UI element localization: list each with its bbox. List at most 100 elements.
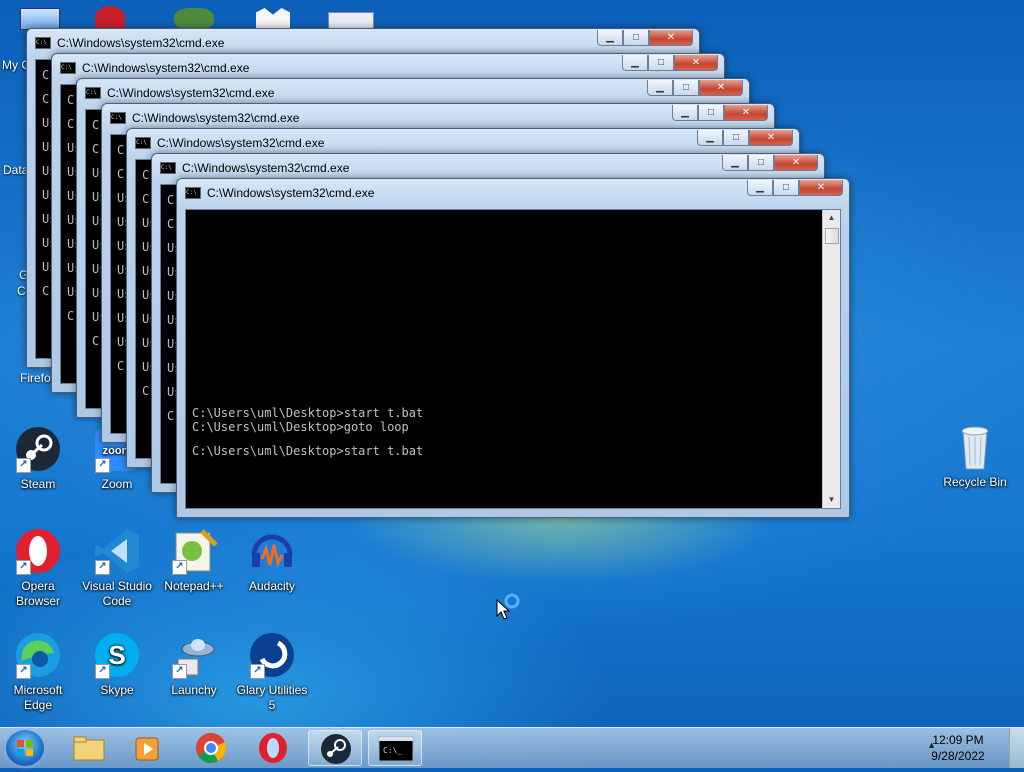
window-controls: ▁ □ ✕	[647, 80, 743, 98]
svg-text:S: S	[108, 640, 125, 670]
maximize-button[interactable]: □	[673, 80, 699, 96]
close-button[interactable]: ✕	[799, 180, 843, 196]
console-area[interactable]: ▲ ▼ C:\Users\uml\Desktop>start t.bat C:\Use…	[185, 209, 841, 509]
desktop-icon-launchy[interactable]: ↗ Launchy	[156, 631, 232, 698]
shortcut-arrow-icon: ↗	[95, 560, 110, 575]
taskbar-windows-explorer[interactable]	[62, 730, 116, 766]
icon-label: Opera Browser	[15, 579, 60, 608]
window-title: C:\Windows\system32\cmd.exe	[57, 35, 225, 50]
icon-label: Microsoft Edge	[13, 683, 63, 712]
skype-icon: S ↗	[93, 631, 141, 679]
minimize-button[interactable]: ▁	[622, 55, 648, 71]
launchy-icon: ↗	[170, 631, 218, 679]
shortcut-arrow-icon: ↗	[250, 664, 265, 679]
window-titlebar[interactable]: C:\ C:\Windows\system32\cmd.exe	[60, 60, 624, 80]
desktop-icon-recycle-bin[interactable]: Recycle Bin	[937, 423, 1013, 490]
window-controls: ▁ □ ✕	[697, 130, 793, 148]
minimize-button[interactable]: ▁	[747, 180, 773, 196]
console-line: C:\Users\uml\Desktop>goto loop	[192, 420, 409, 434]
window-controls: ▁ □ ✕	[622, 55, 718, 73]
close-button[interactable]: ✕	[749, 130, 793, 146]
minimize-button[interactable]: ▁	[597, 30, 623, 46]
taskbar-opera[interactable]	[246, 730, 300, 766]
window-title: C:\Windows\system32\cmd.exe	[157, 135, 325, 150]
shortcut-arrow-icon: ↗	[16, 458, 31, 473]
maximize-button[interactable]: □	[773, 180, 799, 196]
desktop-icon-audacity[interactable]: Audacity	[234, 527, 310, 594]
maximize-button[interactable]: □	[698, 105, 724, 121]
cmd-window[interactable]: C:\ C:\Windows\system32\cmd.exe ▁ □ ✕ ▲ ▼ C:\Us…	[176, 178, 850, 518]
window-title: C:\Windows\system32\cmd.exe	[182, 160, 350, 175]
clock[interactable]: 12:09 PM 9/28/2022	[918, 732, 998, 764]
clock-time: 12:09 PM	[932, 733, 984, 747]
opera-icon	[259, 733, 287, 763]
desktop-label-c-partial[interactable]: C	[17, 284, 26, 298]
app-icon-green[interactable]	[174, 8, 214, 30]
app-icon-cat[interactable]	[256, 8, 290, 30]
opera-icon: ↗	[14, 527, 62, 575]
taskbar: C:\_ ▲ 12:09 PM 9/28/2022	[0, 727, 1024, 768]
desktop-icon-steam[interactable]: ↗ Steam	[0, 425, 76, 492]
desktop-icon-edge[interactable]: ↗ Microsoft Edge	[0, 631, 76, 713]
svg-text:C:\_: C:\_	[383, 746, 402, 755]
app-icon-red[interactable]	[95, 6, 125, 30]
scroll-thumb[interactable]	[825, 228, 839, 244]
show-desktop-button[interactable]	[1009, 728, 1024, 768]
desktop-icon-glary[interactable]: ↗ Glary Utilities 5	[234, 631, 310, 713]
window-titlebar[interactable]: C:\ C:\Windows\system32\cmd.exe	[135, 135, 699, 155]
steam-icon	[321, 734, 351, 764]
maximize-button[interactable]: □	[648, 55, 674, 71]
close-button[interactable]: ✕	[774, 155, 818, 171]
window-titlebar[interactable]: C:\ C:\Windows\system32\cmd.exe	[160, 160, 724, 180]
recycle-bin-icon	[951, 423, 999, 471]
minimize-button[interactable]: ▁	[672, 105, 698, 121]
start-button[interactable]	[6, 730, 44, 766]
steam-icon: ↗	[14, 425, 62, 473]
desktop-icon-skype[interactable]: S ↗ Skype	[79, 631, 155, 698]
desktop-icon-vscode[interactable]: ↗ Visual Studio Code	[79, 527, 155, 609]
window-titlebar[interactable]: C:\ C:\Windows\system32\cmd.exe	[85, 85, 649, 105]
window-controls: ▁ □ ✕	[672, 105, 768, 123]
shortcut-arrow-icon: ↗	[172, 664, 187, 679]
desktop-label-firefox-partial[interactable]: Firefo	[20, 371, 51, 385]
close-button[interactable]: ✕	[649, 30, 693, 46]
window-title: C:\Windows\system32\cmd.exe	[82, 60, 250, 75]
cmd-icon: C:\	[110, 111, 126, 124]
icon-label: Glary Utilities 5	[236, 683, 308, 712]
cmd-icon: C:\	[185, 186, 201, 199]
console-line: C:\Users\uml\Desktop>start t.bat	[192, 406, 424, 420]
taskbar-media-player[interactable]	[122, 730, 176, 766]
minimize-button[interactable]: ▁	[722, 155, 748, 171]
minimize-button[interactable]: ▁	[697, 130, 723, 146]
taskbar-steam[interactable]	[308, 730, 362, 766]
window-controls: ▁ □ ✕	[722, 155, 818, 173]
cmd-icon: C:\	[35, 36, 51, 49]
window-titlebar[interactable]: C:\ C:\Windows\system32\cmd.exe	[185, 185, 749, 205]
maximize-button[interactable]: □	[623, 30, 649, 46]
window-controls: ▁ □ ✕	[597, 30, 693, 48]
vertical-scrollbar[interactable]: ▲▼	[822, 210, 840, 508]
desktop-label-data-partial[interactable]: Data	[3, 163, 28, 177]
close-button[interactable]: ✕	[724, 105, 768, 121]
maximize-button[interactable]: □	[723, 130, 749, 146]
folder-icon	[73, 736, 105, 761]
taskbar-chrome[interactable]	[184, 730, 238, 766]
minimize-button[interactable]: ▁	[647, 80, 673, 96]
window-titlebar[interactable]: C:\ C:\Windows\system32\cmd.exe	[35, 35, 599, 55]
computer-icon[interactable]	[20, 8, 60, 30]
maximize-button[interactable]: □	[748, 155, 774, 171]
notepadpp-icon: ↗	[170, 527, 218, 575]
taskbar-command-prompt[interactable]: C:\_	[368, 730, 422, 766]
window-titlebar[interactable]: C:\ C:\Windows\system32\cmd.exe	[110, 110, 674, 130]
shortcut-arrow-icon: ↗	[16, 664, 31, 679]
icon-label: Visual Studio Code	[82, 579, 152, 608]
busy-cursor-icon	[496, 593, 520, 620]
scroll-down-arrow-icon[interactable]: ▼	[823, 492, 840, 508]
icon-label: Zoom	[101, 477, 133, 491]
desktop-icon-notepadpp[interactable]: ↗ Notepad++	[156, 527, 232, 594]
close-button[interactable]: ✕	[674, 55, 718, 71]
window-controls: ▁ □ ✕	[747, 180, 843, 198]
scroll-up-arrow-icon[interactable]: ▲	[823, 210, 840, 226]
close-button[interactable]: ✕	[699, 80, 743, 96]
desktop-icon-opera[interactable]: ↗ Opera Browser	[0, 527, 76, 609]
